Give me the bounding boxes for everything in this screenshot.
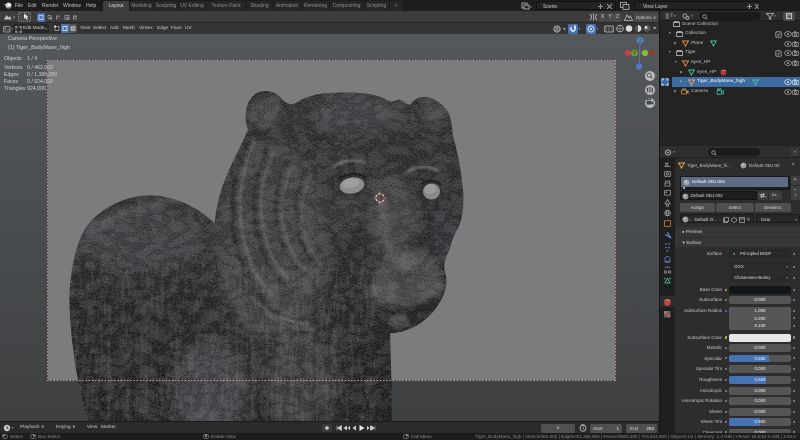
svg-text:Z: Z: [638, 39, 641, 45]
